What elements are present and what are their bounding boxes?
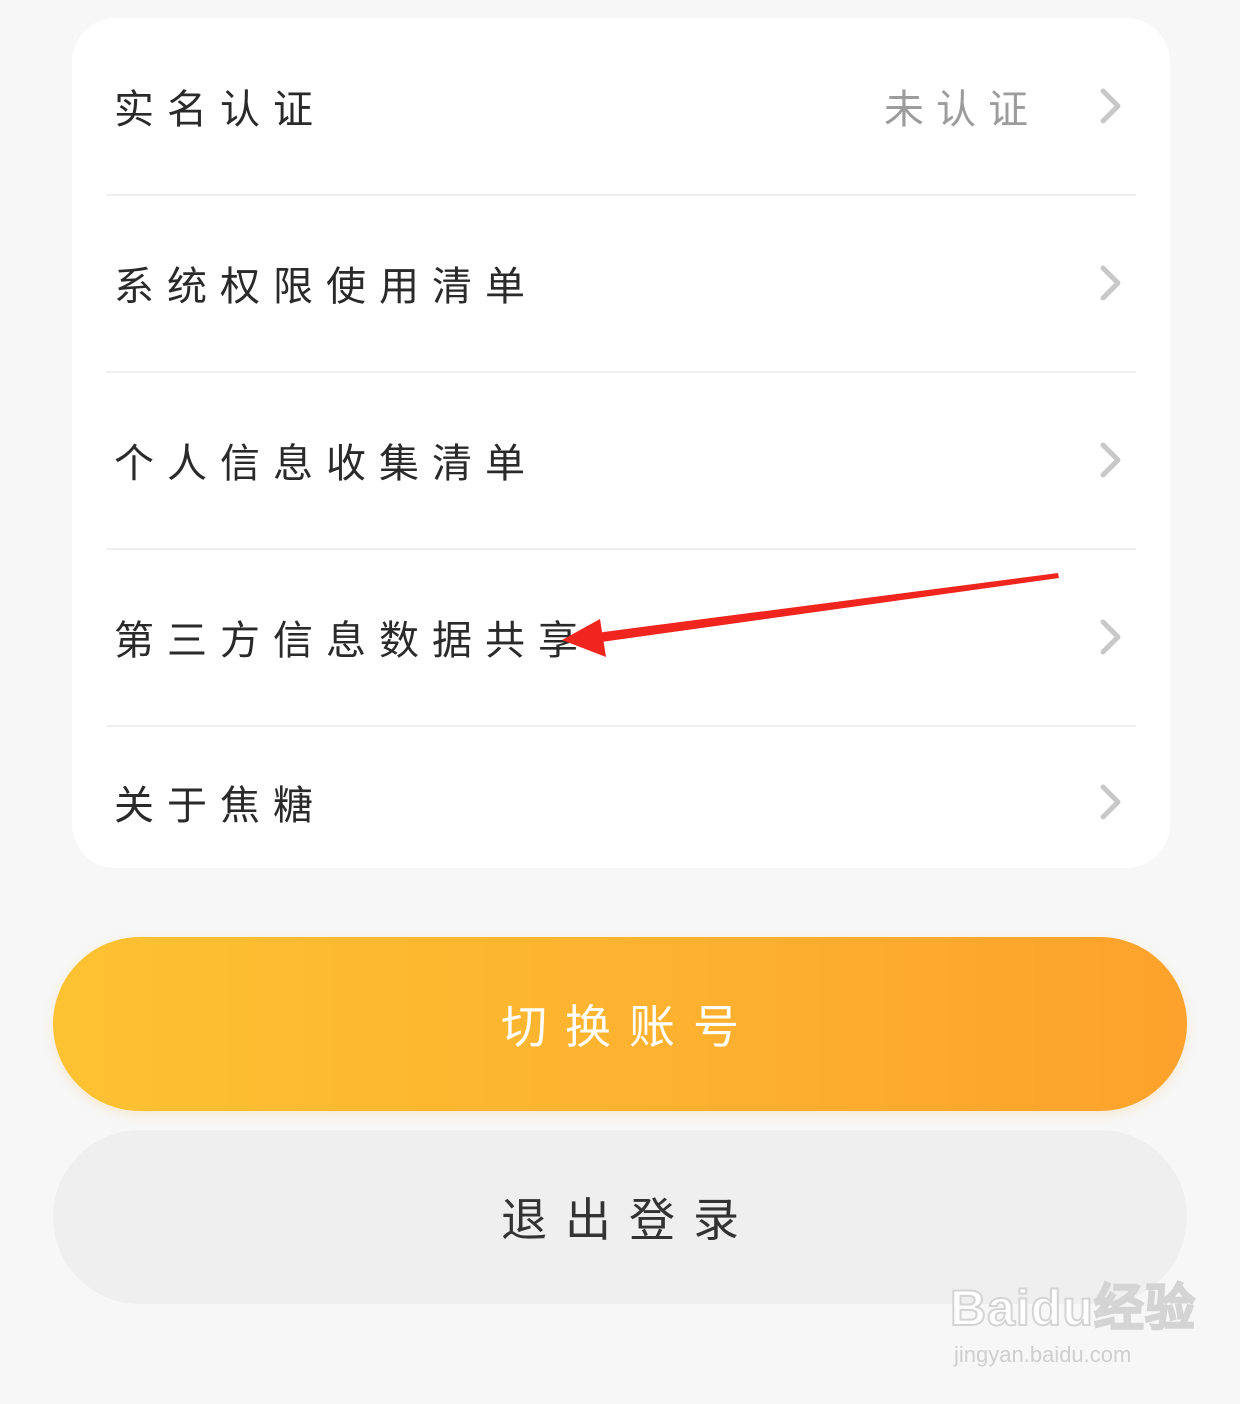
settings-item-label: 关于焦糖 — [114, 783, 326, 829]
logout-label: 退出登录 — [501, 1193, 757, 1247]
settings-item-label: 个人信息收集清单 — [114, 441, 538, 487]
switch-account-button[interactable]: 切换账号 — [53, 937, 1187, 1111]
settings-item-label: 系统权限使用清单 — [114, 264, 538, 310]
settings-item-third-party-data-sharing[interactable]: 第三方信息数据共享 — [72, 549, 1170, 725]
settings-item-label: 第三方信息数据共享 — [114, 618, 591, 664]
settings-item-label: 实名认证 — [114, 87, 326, 133]
chevron-right-icon — [1100, 88, 1121, 124]
watermark-url: jingyan.baidu.com — [954, 1342, 1132, 1367]
logout-button[interactable]: 退出登录 — [53, 1130, 1187, 1304]
settings-card: 实名认证 未认证 系统权限使用清单 个人信息收集清单 第三方信息数据共享 关于焦… — [72, 18, 1170, 868]
chevron-right-icon — [1100, 784, 1121, 820]
verification-status: 未认证 — [884, 87, 1040, 133]
chevron-right-icon — [1100, 442, 1121, 478]
settings-item-real-name-verification[interactable]: 实名认证 未认证 — [72, 18, 1170, 194]
chevron-right-icon — [1100, 619, 1121, 655]
chevron-right-icon — [1100, 265, 1121, 301]
settings-item-system-permissions[interactable]: 系统权限使用清单 — [72, 195, 1170, 371]
switch-account-label: 切换账号 — [501, 1000, 757, 1054]
settings-item-about[interactable]: 关于焦糖 — [72, 726, 1170, 868]
settings-item-personal-info-collection[interactable]: 个人信息收集清单 — [72, 372, 1170, 548]
